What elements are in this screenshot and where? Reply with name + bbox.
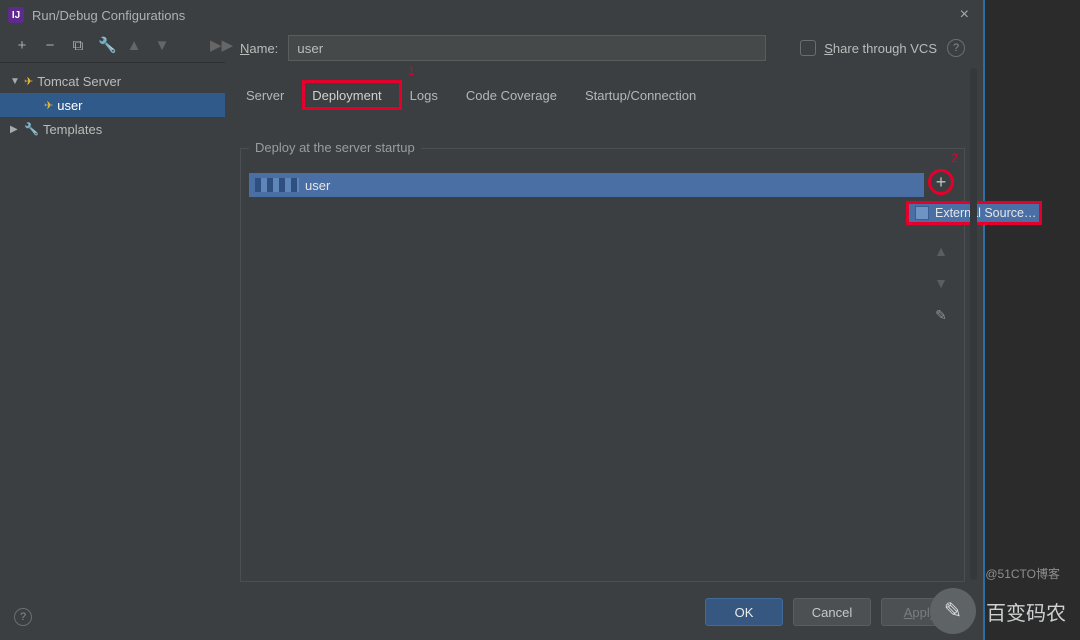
add-config-icon[interactable]: + — [14, 37, 30, 54]
watermark-brand: 百变码农 — [986, 597, 1066, 626]
chevron-down-icon: ▼ — [10, 76, 20, 87]
remove-config-icon[interactable]: − — [42, 37, 58, 54]
down-icon[interactable]: ▼ — [154, 37, 170, 54]
help-icon[interactable]: ? — [947, 39, 965, 57]
share-label: Share through VCS — [824, 41, 937, 56]
tab-code-coverage[interactable]: Code Coverage — [464, 84, 559, 107]
tree-node-templates[interactable]: ▶ 🔧 Templates — [0, 117, 225, 141]
artifact-icon — [915, 206, 929, 220]
tree-item-label: Tomcat Server — [37, 74, 121, 89]
up-icon[interactable]: ▲ — [126, 37, 142, 54]
watermark-logo-icon: ✎ — [930, 588, 976, 634]
tabs: Server Deployment Logs Code Coverage Sta… — [240, 84, 965, 107]
tab-startup-connection[interactable]: Startup/Connection — [583, 84, 698, 107]
help-button[interactable]: ? — [14, 608, 32, 626]
edit-deployment-icon[interactable]: ✎ — [935, 307, 947, 324]
checkbox-icon — [800, 40, 816, 56]
expand-icon[interactable]: ▶▶ — [210, 36, 226, 54]
tree-node-user[interactable]: ✈ user — [0, 93, 225, 117]
move-down-icon[interactable]: ▼ — [934, 275, 948, 291]
annotation-label-1: 1 — [408, 64, 415, 78]
watermark-credit: @51CTO博客 — [985, 565, 1060, 582]
deploy-side-tools: + − ▲ ▼ ✎ — [928, 169, 954, 324]
annotation-label-2: 2 — [951, 151, 958, 165]
name-label: Name: — [240, 41, 278, 56]
vertical-scrollbar[interactable] — [970, 68, 977, 580]
main-panel: Name: Share through VCS ? Server Deploym… — [240, 34, 965, 582]
wrench-icon[interactable]: 🔧 — [98, 36, 114, 54]
window-title: Run/Debug Configurations — [32, 8, 185, 23]
tree-item-label: Templates — [43, 122, 102, 137]
deploy-list-item[interactable]: user — [249, 173, 924, 197]
tomcat-icon: ✈ — [44, 99, 53, 112]
copy-config-icon[interactable]: ⧉ — [70, 37, 86, 54]
config-name-input[interactable] — [288, 35, 766, 61]
deploy-item-label: user — [305, 178, 330, 193]
share-vcs-checkbox[interactable]: Share through VCS — [800, 40, 937, 56]
tab-server[interactable]: Server — [244, 84, 286, 107]
ok-button[interactable]: OK — [705, 598, 783, 626]
app-icon: IJ — [8, 7, 24, 23]
cancel-button[interactable]: Cancel — [793, 598, 871, 626]
close-icon[interactable]: × — [954, 4, 975, 26]
deploy-fieldset: Deploy at the server startup user 2 + − … — [240, 148, 965, 582]
name-row: Name: Share through VCS ? — [240, 34, 965, 62]
popup-label: External Source… — [935, 206, 1036, 220]
add-deployment-button[interactable]: + — [928, 169, 954, 195]
wrench-icon: 🔧 — [24, 122, 39, 136]
tab-deployment[interactable]: Deployment — [310, 84, 383, 107]
watermark: ✎ 百变码农 — [930, 588, 1066, 634]
tomcat-icon: ✈ — [24, 75, 33, 88]
titlebar: IJ Run/Debug Configurations × — [0, 0, 983, 30]
config-tree: ▼ ✈ Tomcat Server ✈ user ▶ 🔧 Templates — [0, 62, 225, 582]
artifact-icon — [255, 178, 299, 192]
chevron-right-icon: ▶ — [10, 124, 20, 135]
move-up-icon[interactable]: ▲ — [934, 243, 948, 259]
fieldset-legend: Deploy at the server startup — [249, 140, 421, 155]
run-debug-dialog: IJ Run/Debug Configurations × + − ⧉ 🔧 ▲ … — [0, 0, 985, 640]
tab-logs[interactable]: Logs — [408, 84, 440, 107]
dialog-buttons: OK Cancel Apply — [705, 598, 959, 626]
tree-item-label: user — [57, 98, 82, 113]
tree-node-tomcat[interactable]: ▼ ✈ Tomcat Server — [0, 69, 225, 93]
